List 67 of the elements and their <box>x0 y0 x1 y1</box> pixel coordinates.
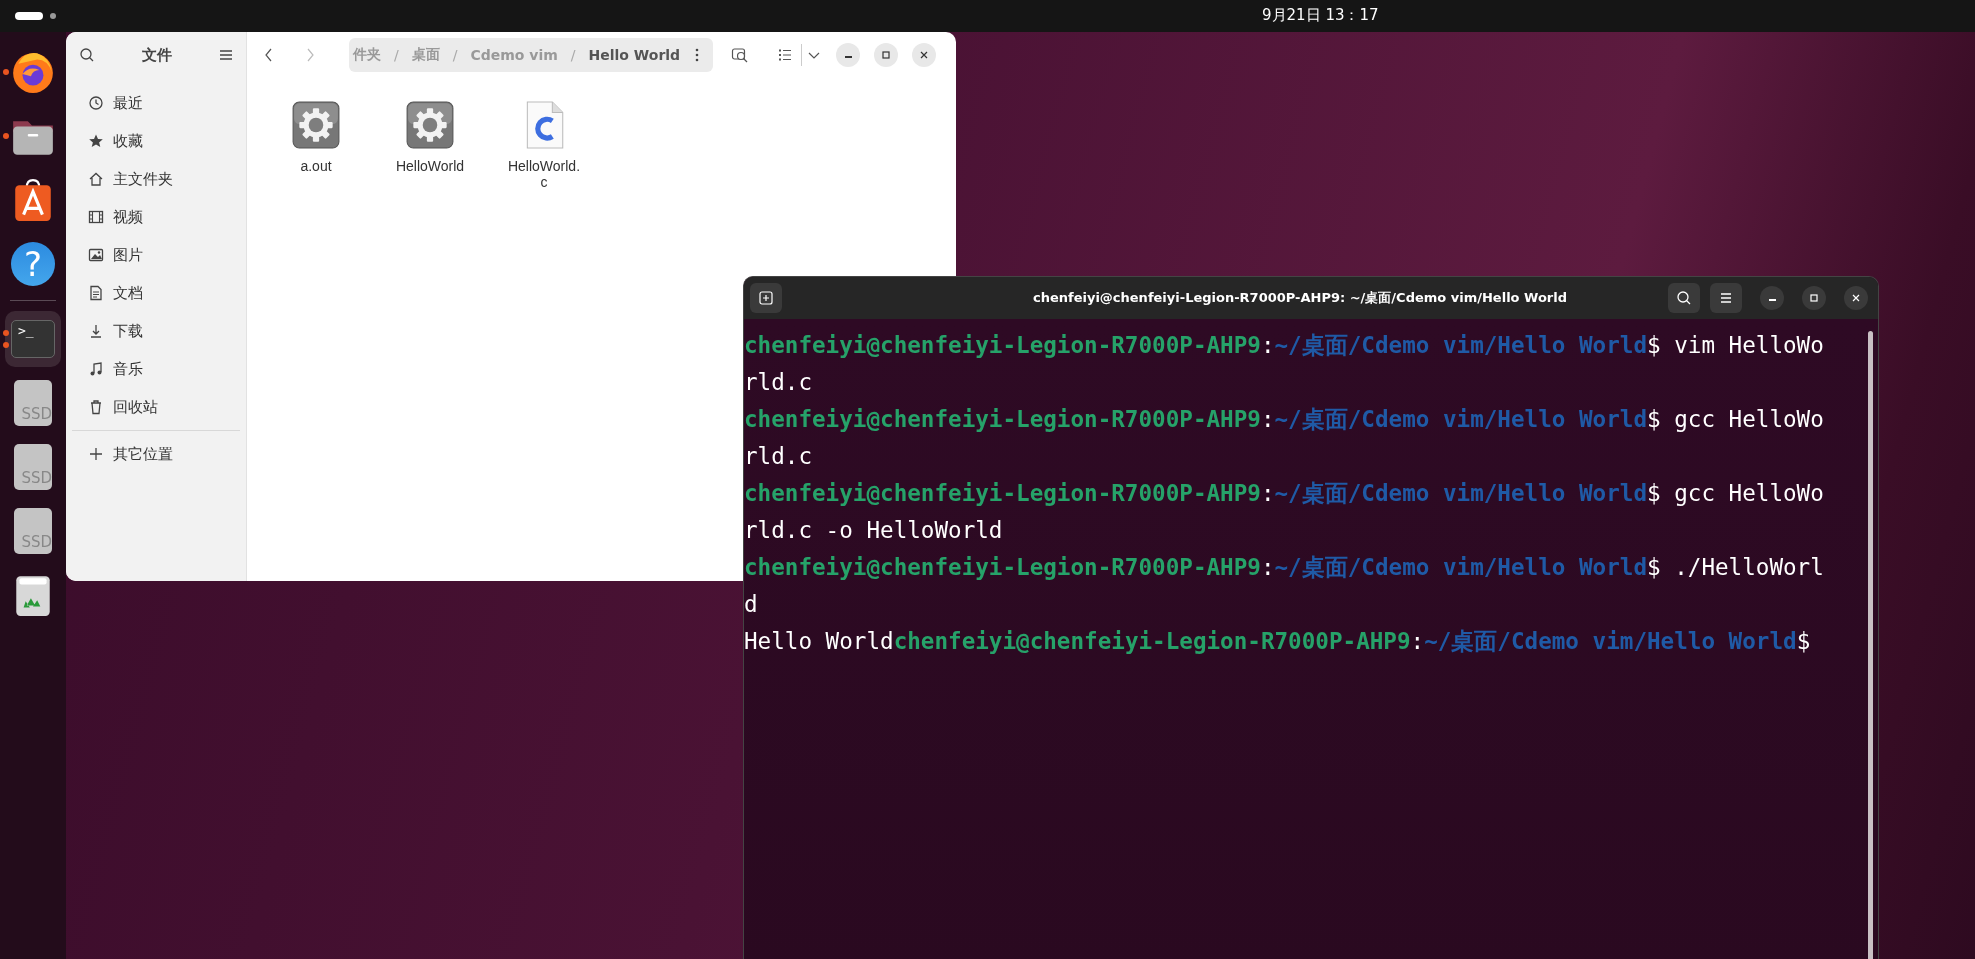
trash-icon <box>88 399 104 415</box>
sidebar-item[interactable]: 最近 <box>72 84 240 122</box>
film-icon <box>88 209 104 225</box>
gear-icon[interactable] <box>405 100 455 150</box>
clock-icon <box>88 95 104 111</box>
close-icon <box>918 49 930 61</box>
scrollbar[interactable] <box>1868 331 1873 959</box>
gear-icon[interactable] <box>291 100 341 150</box>
search-icon <box>1676 290 1692 306</box>
terminal-line: chenfeiyi@chenfeiyi-Legion-R7000P-AHP9:~/桌面/Cdemo vim/Hello World$ gcc HelloWo <box>744 405 1825 434</box>
clock[interactable]: 9月21日 13：17 <box>1262 6 1379 25</box>
minimize-icon <box>1768 299 1776 301</box>
sidebar-item[interactable]: 音乐 <box>72 350 240 388</box>
terminal-icon[interactable]: >_ <box>11 320 55 358</box>
document-icon <box>88 285 104 301</box>
close-button[interactable] <box>912 43 936 67</box>
dock-item[interactable]: >_ <box>5 311 61 367</box>
file-name[interactable]: HelloWorld.c <box>506 158 582 190</box>
download-icon <box>88 323 104 339</box>
terminal-line: chenfeiyi@chenfeiyi-Legion-R7000P-AHP9:~/桌面/Cdemo vim/Hello World$ gcc HelloWo <box>744 479 1825 508</box>
menu-icon[interactable] <box>218 47 234 63</box>
sidebar-item[interactable]: 主文件夹 <box>72 160 240 198</box>
terminal-line: d <box>744 590 759 619</box>
terminal-line: chenfeiyi@chenfeiyi-Legion-R7000P-AHP9:~/桌面/Cdemo vim/Hello World$ ./HelloWorl <box>744 553 1825 582</box>
sidebar-item[interactable]: 收藏 <box>72 122 240 160</box>
sidebar-item[interactable]: 图片 <box>72 236 240 274</box>
menu-button[interactable] <box>1710 283 1742 313</box>
file-name[interactable]: HelloWorld <box>392 158 468 174</box>
file-name[interactable]: a.out <box>278 158 354 174</box>
close-icon <box>1850 292 1862 304</box>
path-separator: / <box>569 47 577 63</box>
minimize-button[interactable] <box>836 43 860 67</box>
search-icon[interactable] <box>731 46 749 64</box>
list-view-icon[interactable] <box>777 47 793 63</box>
path-segment[interactable]: Hello World <box>578 47 681 63</box>
sidebar-item[interactable]: 其它位置 <box>72 435 240 473</box>
path-separator: / <box>393 47 400 63</box>
menu-icon <box>1718 290 1734 306</box>
plus-icon <box>88 446 104 462</box>
minimize-button[interactable] <box>1760 286 1784 310</box>
home-icon <box>88 171 104 187</box>
maximize-icon <box>1808 292 1820 304</box>
search-button[interactable] <box>1668 283 1700 313</box>
search-icon[interactable] <box>79 47 95 63</box>
image-icon <box>88 247 104 263</box>
maximize-button[interactable] <box>874 43 898 67</box>
sidebar-title: 文件 <box>141 45 172 65</box>
terminal-line: rld.c -o HelloWorld <box>744 516 1004 545</box>
music-icon <box>88 361 104 377</box>
sidebar-item[interactable]: 视频 <box>72 198 240 236</box>
maximize-button[interactable] <box>1802 286 1826 310</box>
terminal-line: rld.c <box>744 368 813 397</box>
new-tab-icon <box>758 290 774 306</box>
terminal-line: Hello Worldchenfeiyi@chenfeiyi-Legion-R7000P-AHP9:~/桌面/Cdemo vim/Hello World$ <box>744 627 1812 656</box>
sidebar-item[interactable]: 文档 <box>72 274 240 312</box>
workspace-indicator-icon[interactable] <box>15 11 59 21</box>
terminal-line: chenfeiyi@chenfeiyi-Legion-R7000P-AHP9:~/桌面/Cdemo vim/Hello World$ vim HelloWo <box>744 331 1825 360</box>
new-tab-button[interactable] <box>750 283 782 313</box>
close-button[interactable] <box>1844 286 1868 310</box>
star-icon <box>88 133 104 149</box>
sidebar-item[interactable]: 下载 <box>72 312 240 350</box>
sidebar-item[interactable]: 回收站 <box>72 388 240 426</box>
path-separator: / <box>451 47 459 63</box>
maximize-icon <box>880 49 892 61</box>
window-title: chenfeiyi@chenfeiyi-Legion-R7000P-AHP9: ~/桌面/Cdemo vim/Hello World <box>1031 289 1569 307</box>
minimize-icon <box>844 56 852 58</box>
terminal-line: rld.c <box>744 442 813 471</box>
